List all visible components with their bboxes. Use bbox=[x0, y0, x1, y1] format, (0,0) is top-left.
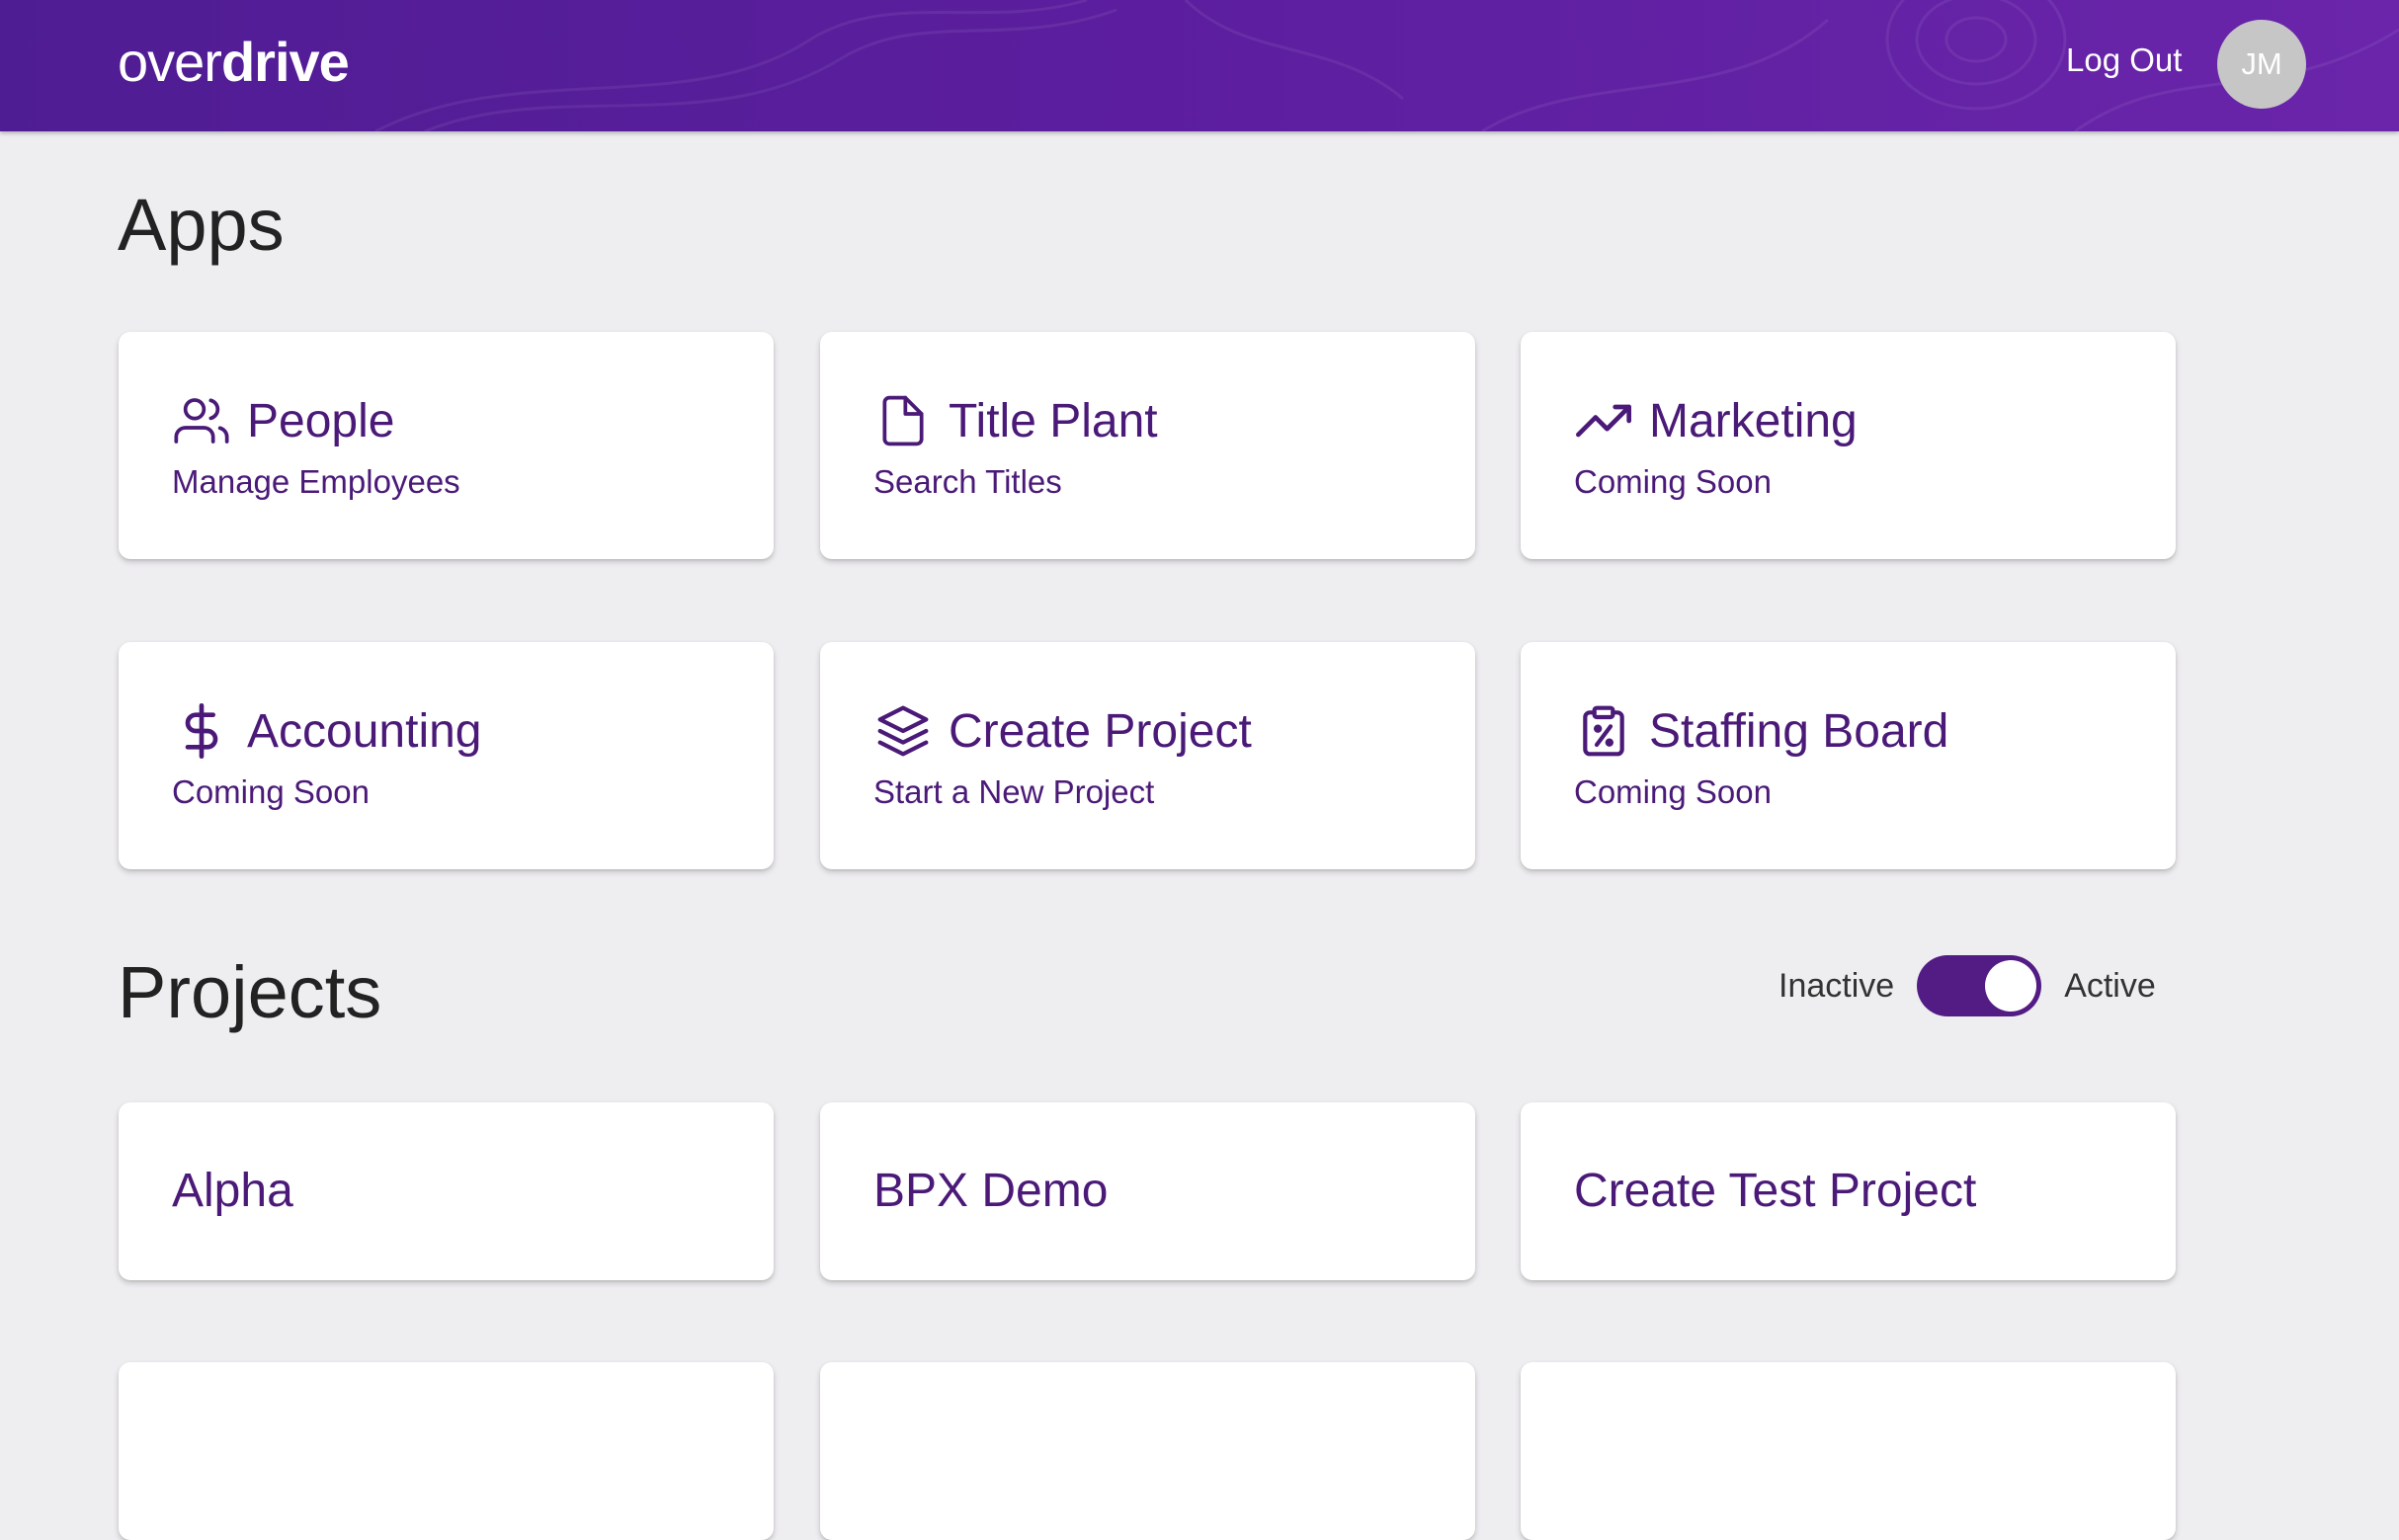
app-card-accounting[interactable]: Accounting Coming Soon bbox=[119, 642, 774, 869]
document-icon bbox=[873, 391, 933, 450]
project-card-alpha[interactable]: Alpha bbox=[119, 1102, 774, 1280]
app-card-create-project[interactable]: Create Project Start a New Project bbox=[820, 642, 1475, 869]
project-card-create-test-project[interactable]: Create Test Project bbox=[1521, 1102, 2176, 1280]
project-card-title: Alpha bbox=[172, 1165, 293, 1217]
project-card-bpx-demo[interactable]: BPX Demo bbox=[820, 1102, 1475, 1280]
logout-button[interactable]: Log Out bbox=[2066, 41, 2182, 79]
apps-heading: Apps bbox=[118, 184, 285, 266]
app-card-people[interactable]: People Manage Employees bbox=[119, 332, 774, 559]
app-card-staffing-board[interactable]: Staffing Board Coming Soon bbox=[1521, 642, 2176, 869]
toggle-knob bbox=[1985, 960, 2037, 1012]
avatar-initials: JM bbox=[2241, 46, 2282, 81]
project-card[interactable] bbox=[820, 1362, 1475, 1540]
logo-text-light: over bbox=[118, 31, 222, 93]
header-background-pattern bbox=[374, 0, 2399, 131]
app-card-subtitle: Search Titles bbox=[873, 463, 1062, 500]
project-card-title: BPX Demo bbox=[873, 1165, 1109, 1217]
app-card-subtitle: Coming Soon bbox=[172, 773, 370, 810]
toggle-label-inactive: Inactive bbox=[1779, 966, 1895, 1005]
app-card-title: People bbox=[247, 394, 395, 447]
app-card-title: Staffing Board bbox=[1649, 704, 1949, 758]
app-card-title: Accounting bbox=[247, 704, 482, 758]
projects-heading: Projects bbox=[118, 951, 382, 1033]
top-navigation-bar: overdrive Log Out JM bbox=[0, 0, 2399, 131]
app-card-title: Title Plant bbox=[949, 394, 1158, 447]
people-icon bbox=[172, 391, 231, 450]
app-card-subtitle: Coming Soon bbox=[1574, 773, 1772, 810]
app-card-title: Marketing bbox=[1649, 394, 1858, 447]
clipboard-percent-icon bbox=[1574, 701, 1633, 761]
overdrive-logo[interactable]: overdrive bbox=[118, 30, 350, 94]
app-card-title: Create Project bbox=[949, 704, 1252, 758]
layers-icon bbox=[873, 701, 933, 761]
toggle-label-active: Active bbox=[2064, 966, 2156, 1005]
logo-text-bold: drive bbox=[220, 31, 350, 93]
project-card[interactable] bbox=[119, 1362, 774, 1540]
dollar-icon bbox=[172, 701, 231, 761]
project-card-title: Create Test Project bbox=[1574, 1165, 1977, 1217]
active-toggle-switch[interactable] bbox=[1917, 955, 2042, 1016]
project-card[interactable] bbox=[1521, 1362, 2176, 1540]
trending-up-icon bbox=[1574, 391, 1633, 450]
app-card-subtitle: Start a New Project bbox=[873, 773, 1155, 810]
app-card-marketing[interactable]: Marketing Coming Soon bbox=[1521, 332, 2176, 559]
user-avatar[interactable]: JM bbox=[2217, 20, 2306, 109]
active-filter-toggle-group: Inactive Active bbox=[1779, 955, 2156, 1016]
app-card-subtitle: Coming Soon bbox=[1574, 463, 1772, 500]
app-card-title-plant[interactable]: Title Plant Search Titles bbox=[820, 332, 1475, 559]
app-card-subtitle: Manage Employees bbox=[172, 463, 460, 500]
